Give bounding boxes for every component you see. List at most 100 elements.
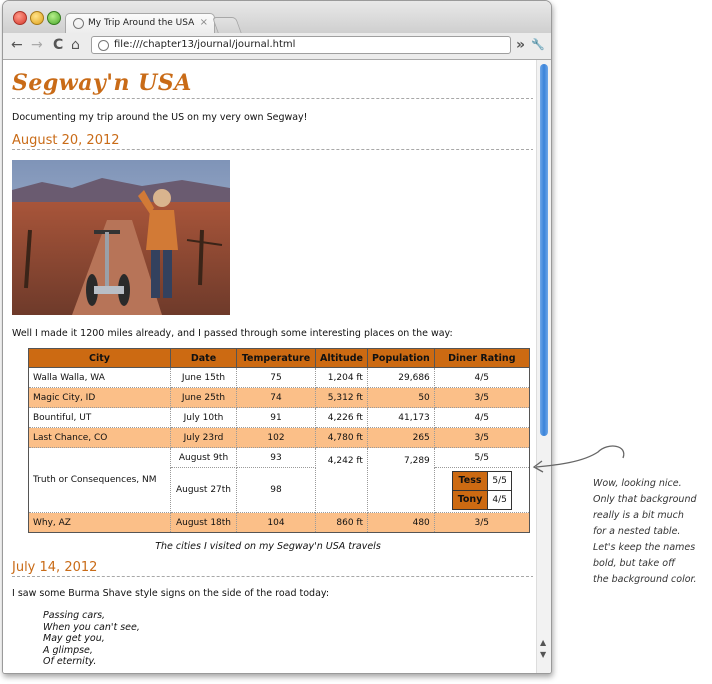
minimize-window-button[interactable] bbox=[30, 11, 44, 25]
rating-cell: 5/5 bbox=[433, 447, 530, 468]
entry-date: July 14, 2012 bbox=[12, 560, 98, 575]
reload-icon[interactable]: C bbox=[53, 36, 63, 54]
title-divider bbox=[12, 98, 533, 99]
rating-cell: Tess 5/5 Tony 4/5 bbox=[433, 467, 530, 513]
poem: Passing cars, When you can't see, May ge… bbox=[43, 610, 140, 668]
city-cell: Why, AZ bbox=[28, 512, 171, 533]
scrollbar-thumb[interactable] bbox=[540, 64, 548, 436]
handwritten-annotation: Wow, looking nice. Only that background … bbox=[593, 476, 697, 588]
temperature-cell: 102 bbox=[236, 427, 316, 448]
date-cell: August 27th bbox=[170, 467, 237, 513]
annotation-line: Only that background bbox=[593, 494, 697, 505]
temperature-cell: 104 bbox=[236, 512, 316, 533]
temperature-cell: 98 bbox=[236, 467, 316, 513]
date-cell: June 25th bbox=[170, 387, 237, 408]
scroll-down-arrow-icon[interactable]: ▼ bbox=[540, 650, 546, 659]
address-bar[interactable]: file:///chapter13/journal/journal.html bbox=[91, 36, 511, 54]
reviewer-score: 4/5 bbox=[487, 489, 512, 510]
rating-cell: 3/5 bbox=[433, 512, 530, 533]
poem-line: Passing cars, bbox=[43, 610, 106, 621]
reviewer-name: Tony bbox=[451, 489, 489, 510]
date-cell: August 18th bbox=[170, 512, 237, 533]
altitude-cell: 4,780 ft bbox=[315, 427, 368, 448]
table-row: Last Chance, CO July 23rd 102 4,780 ft 2… bbox=[28, 427, 530, 448]
population-cell: 50 bbox=[366, 387, 435, 408]
zoom-window-button[interactable] bbox=[47, 11, 61, 25]
segway-photo bbox=[12, 160, 230, 315]
poem-line: May get you, bbox=[43, 633, 105, 644]
temperature-cell: 91 bbox=[236, 407, 316, 428]
annotation-line: for a nested table. bbox=[593, 526, 681, 537]
entry-divider bbox=[12, 576, 533, 577]
page-icon bbox=[73, 18, 84, 29]
column-header: Temperature bbox=[236, 348, 316, 368]
population-cell: 265 bbox=[366, 427, 435, 448]
population-cell: 41,173 bbox=[366, 407, 435, 428]
rating-cell: 4/5 bbox=[433, 367, 530, 388]
table-row: Walla Walla, WA June 15th 75 1,204 ft 29… bbox=[28, 367, 530, 388]
overflow-chevron-icon[interactable]: » bbox=[516, 36, 525, 54]
annotation-line: the background color. bbox=[593, 574, 697, 585]
nested-row: Tess 5/5 bbox=[451, 470, 512, 491]
column-header: Population bbox=[366, 348, 435, 368]
date-cell: July 10th bbox=[170, 407, 237, 428]
poem-line: Of eternity. bbox=[43, 656, 97, 667]
poem-line: When you can't see, bbox=[43, 621, 140, 633]
browser-tab[interactable]: My Trip Around the USA on a × bbox=[65, 13, 215, 34]
table-row: Why, AZ August 18th 104 860 ft 480 3/5 bbox=[28, 512, 530, 533]
date-cell: August 9th bbox=[170, 447, 237, 468]
nested-rating-table: Tess 5/5 Tony 4/5 bbox=[451, 470, 512, 510]
vertical-scrollbar[interactable]: ▲ ▼ bbox=[536, 60, 551, 673]
annotation-line: Let's keep the names bbox=[593, 542, 696, 553]
page-icon bbox=[98, 40, 109, 51]
city-cell: Last Chance, CO bbox=[28, 427, 171, 448]
page-title: Segway'n USA bbox=[12, 70, 192, 96]
population-cell: 7,289 bbox=[366, 447, 435, 513]
tab-close-icon[interactable]: × bbox=[200, 17, 208, 28]
close-window-button[interactable] bbox=[13, 11, 27, 25]
page-content: Segway'n USA Documenting my trip around … bbox=[3, 60, 533, 673]
column-header: Date bbox=[170, 348, 237, 368]
rating-cell: 3/5 bbox=[433, 427, 530, 448]
forward-arrow-icon[interactable]: → bbox=[31, 36, 43, 54]
table-row: Truth or Consequences, NM August 9th 93 … bbox=[28, 447, 530, 513]
home-icon[interactable]: ⌂ bbox=[71, 36, 80, 54]
city-cell: Bountiful, UT bbox=[28, 407, 171, 428]
annotation-line: really is a bit much bbox=[593, 510, 684, 521]
annotation-line: bold, but take off bbox=[593, 558, 675, 569]
back-arrow-icon[interactable]: ← bbox=[11, 36, 23, 54]
browser-window: My Trip Around the USA on a × ← → C ⌂ fi… bbox=[2, 0, 552, 674]
city-cell: Walla Walla, WA bbox=[28, 367, 171, 388]
column-header: City bbox=[28, 348, 171, 368]
table-row: Bountiful, UT July 10th 91 4,226 ft 41,1… bbox=[28, 407, 530, 428]
rating-cell: 4/5 bbox=[433, 407, 530, 428]
table-row: Magic City, ID June 25th 74 5,312 ft 50 … bbox=[28, 387, 530, 408]
url-text: file:///chapter13/journal/journal.html bbox=[114, 39, 296, 50]
altitude-cell: 5,312 ft bbox=[315, 387, 368, 408]
wrench-icon[interactable]: 🔧 bbox=[531, 36, 545, 54]
new-tab-button[interactable] bbox=[211, 17, 243, 34]
cities-table: City Date Temperature Altitude Populatio… bbox=[28, 348, 530, 533]
nested-row: Tony 4/5 bbox=[451, 489, 512, 510]
entry-divider bbox=[12, 149, 533, 150]
poem-line: A glimpse, bbox=[43, 644, 93, 656]
temperature-cell: 75 bbox=[236, 367, 316, 388]
date-cell: July 23rd bbox=[170, 427, 237, 448]
tab-title: My Trip Around the USA on a bbox=[88, 18, 196, 28]
city-cell: Truth or Consequences, NM bbox=[28, 447, 171, 513]
population-cell: 480 bbox=[366, 512, 435, 533]
scroll-up-arrow-icon[interactable]: ▲ bbox=[540, 638, 546, 647]
temperature-cell: 74 bbox=[236, 387, 316, 408]
temperature-cell: 93 bbox=[236, 447, 316, 468]
altitude-cell: 4,242 ft bbox=[315, 447, 368, 513]
city-cell: Magic City, ID bbox=[28, 387, 171, 408]
altitude-cell: 1,204 ft bbox=[315, 367, 368, 388]
reviewer-name: Tess bbox=[451, 470, 489, 491]
reviewer-score: 5/5 bbox=[487, 470, 512, 491]
population-cell: 29,686 bbox=[366, 367, 435, 388]
altitude-cell: 4,226 ft bbox=[315, 407, 368, 428]
entry-text: I saw some Burma Shave style signs on th… bbox=[12, 588, 330, 599]
table-header-row: City Date Temperature Altitude Populatio… bbox=[28, 348, 530, 368]
entry-text: Well I made it 1200 miles already, and I… bbox=[12, 328, 453, 339]
entry-date: August 20, 2012 bbox=[12, 133, 120, 148]
